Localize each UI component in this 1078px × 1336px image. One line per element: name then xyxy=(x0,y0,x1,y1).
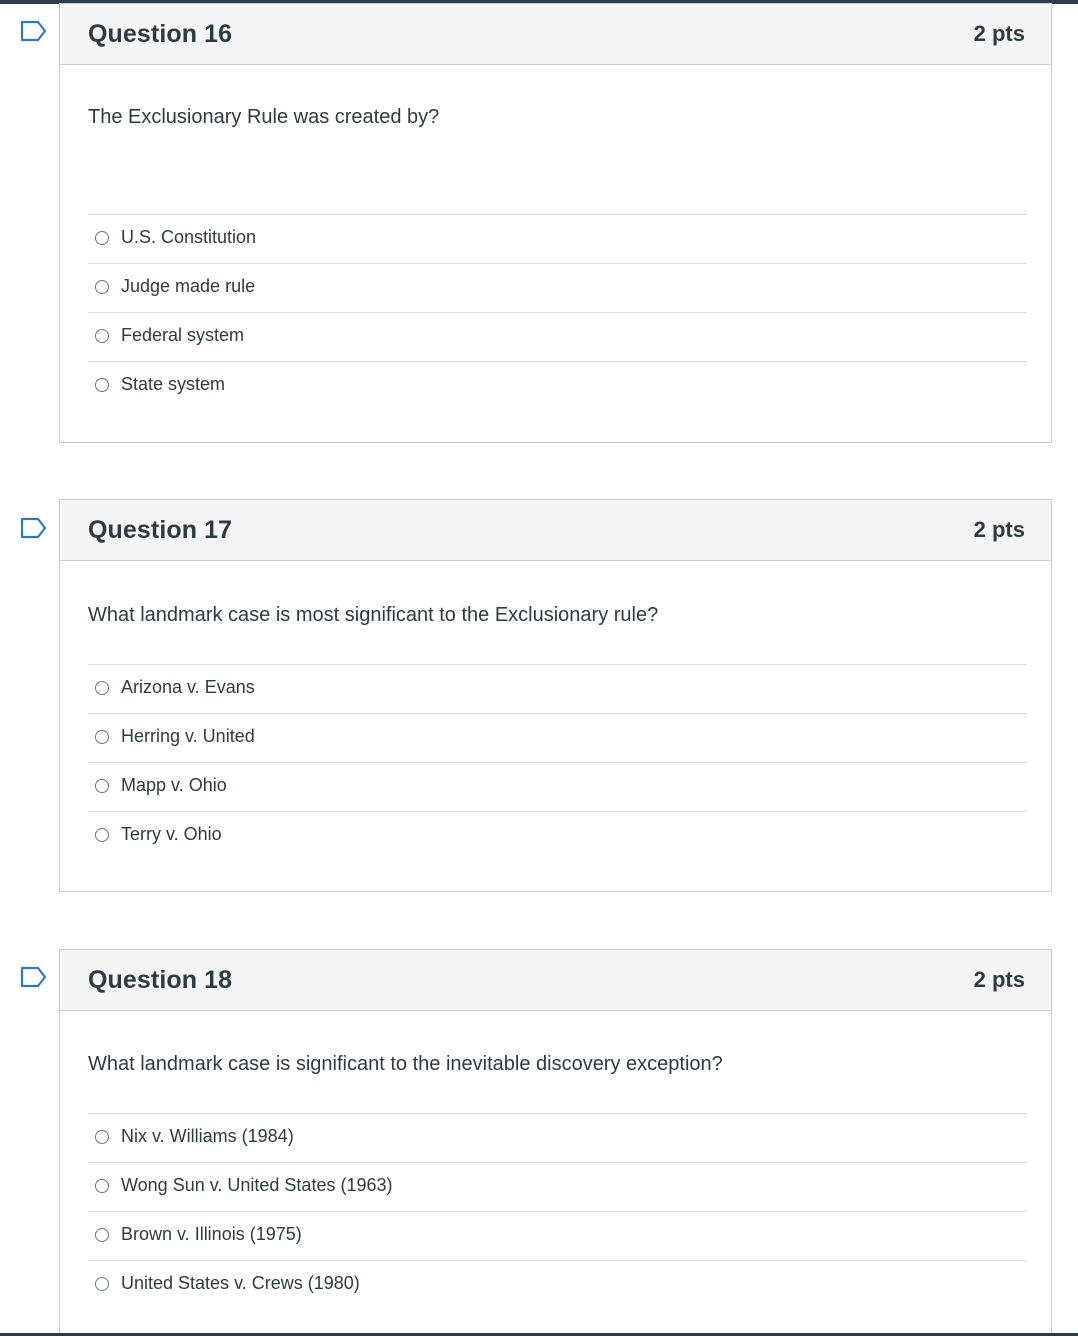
question-title: Question 18 xyxy=(88,966,233,994)
answer-option[interactable]: United States v. Crews (1980) xyxy=(88,1260,1027,1309)
answer-list: Arizona v. Evans Herring v. United Mapp … xyxy=(88,664,1027,860)
answer-list: U.S. Constitution Judge made rule Federa… xyxy=(88,214,1027,410)
answer-label[interactable]: Herring v. United xyxy=(121,726,255,747)
question-card: Question 18 2 pts What landmark case is … xyxy=(59,949,1052,1333)
radio-unchecked-icon[interactable] xyxy=(95,1228,109,1242)
answer-label[interactable]: Mapp v. Ohio xyxy=(121,775,227,796)
flag-question-icon[interactable] xyxy=(20,966,48,988)
question-points: 2 pts xyxy=(973,21,1025,46)
question-points: 2 pts xyxy=(973,967,1025,992)
radio-unchecked-icon[interactable] xyxy=(95,779,109,793)
answer-option[interactable]: State system xyxy=(88,361,1027,410)
answer-label[interactable]: U.S. Constitution xyxy=(121,227,256,248)
answer-option[interactable]: Arizona v. Evans xyxy=(88,664,1027,713)
answer-option[interactable]: Mapp v. Ohio xyxy=(88,762,1027,811)
flag-question-icon[interactable] xyxy=(20,20,48,42)
radio-unchecked-icon[interactable] xyxy=(95,1277,109,1291)
question-title: Question 17 xyxy=(88,516,233,544)
question-points: 2 pts xyxy=(973,517,1025,542)
answer-option[interactable]: Brown v. Illinois (1975) xyxy=(88,1211,1027,1260)
answer-option[interactable]: Terry v. Ohio xyxy=(88,811,1027,860)
question-text: What landmark case is significant to the… xyxy=(88,1053,723,1075)
radio-unchecked-icon[interactable] xyxy=(95,280,109,294)
flag-question-icon[interactable] xyxy=(20,517,48,539)
answer-label[interactable]: Federal system xyxy=(121,325,244,346)
radio-unchecked-icon[interactable] xyxy=(95,231,109,245)
answer-list: Nix v. Williams (1984) Wong Sun v. Unite… xyxy=(88,1113,1027,1309)
question-header: Question 17 2 pts xyxy=(60,500,1051,561)
answer-label[interactable]: State system xyxy=(121,374,225,395)
answer-label[interactable]: Arizona v. Evans xyxy=(121,677,255,698)
answer-option[interactable]: U.S. Constitution xyxy=(88,214,1027,263)
answer-option[interactable]: Nix v. Williams (1984) xyxy=(88,1113,1027,1162)
question-card: Question 16 2 pts The Exclusionary Rule … xyxy=(59,3,1052,443)
question-card: Question 17 2 pts What landmark case is … xyxy=(59,499,1052,892)
answer-label[interactable]: United States v. Crews (1980) xyxy=(121,1273,360,1294)
question-text: The Exclusionary Rule was created by? xyxy=(88,106,440,128)
radio-unchecked-icon[interactable] xyxy=(95,1130,109,1144)
question-title: Question 16 xyxy=(88,20,233,48)
answer-label[interactable]: Judge made rule xyxy=(121,276,255,297)
radio-unchecked-icon[interactable] xyxy=(95,1179,109,1193)
radio-unchecked-icon[interactable] xyxy=(95,730,109,744)
answer-option[interactable]: Wong Sun v. United States (1963) xyxy=(88,1162,1027,1211)
question-header: Question 16 2 pts xyxy=(60,4,1051,65)
answer-label[interactable]: Terry v. Ohio xyxy=(121,824,222,845)
radio-unchecked-icon[interactable] xyxy=(95,329,109,343)
answer-option[interactable]: Judge made rule xyxy=(88,263,1027,312)
question-header: Question 18 2 pts xyxy=(60,950,1051,1011)
answer-option[interactable]: Federal system xyxy=(88,312,1027,361)
radio-unchecked-icon[interactable] xyxy=(95,828,109,842)
answer-label[interactable]: Nix v. Williams (1984) xyxy=(121,1126,294,1147)
question-text: What landmark case is most significant t… xyxy=(88,604,659,626)
answer-option[interactable]: Herring v. United xyxy=(88,713,1027,762)
answer-label[interactable]: Wong Sun v. United States (1963) xyxy=(121,1175,393,1196)
radio-unchecked-icon[interactable] xyxy=(95,681,109,695)
answer-label[interactable]: Brown v. Illinois (1975) xyxy=(121,1224,302,1245)
radio-unchecked-icon[interactable] xyxy=(95,378,109,392)
